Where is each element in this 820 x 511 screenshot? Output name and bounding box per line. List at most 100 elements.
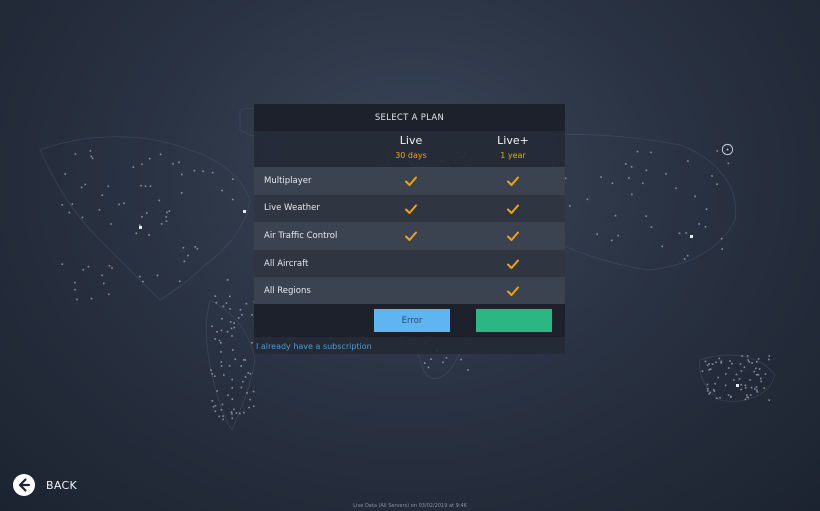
map-dot <box>211 171 214 174</box>
map-dot <box>211 325 213 328</box>
map-dot <box>61 204 63 206</box>
map-dot <box>240 365 242 367</box>
liveplus-plan-button[interactable] <box>476 309 552 332</box>
map-dot <box>107 185 110 188</box>
map-dot <box>101 274 103 277</box>
map-dot <box>212 406 215 408</box>
map-dot <box>221 317 223 320</box>
plan-liveplus-duration: 1 year <box>500 151 526 160</box>
map-dot <box>764 373 767 375</box>
map-dot <box>211 373 213 375</box>
map-dot <box>220 409 223 411</box>
map-dot <box>756 391 759 393</box>
map-dot <box>743 366 746 369</box>
map-dot <box>223 374 225 376</box>
map-dot <box>686 254 689 257</box>
map-dot <box>148 234 150 236</box>
map-dot <box>239 308 242 311</box>
map-dot <box>142 280 144 283</box>
map-dot <box>768 399 770 401</box>
map-dot <box>721 248 723 250</box>
map-dot <box>611 182 614 185</box>
feature-label: All Aircraft <box>264 258 309 269</box>
back-label: BACK <box>46 478 77 492</box>
map-dot <box>687 160 689 162</box>
map-dot <box>596 233 598 235</box>
map-dot <box>665 173 667 175</box>
map-dot <box>178 161 180 164</box>
dialog-title: SELECT A PLAN <box>254 104 565 131</box>
map-dot <box>110 223 112 225</box>
map-dot <box>221 403 224 406</box>
map-dot <box>755 386 758 388</box>
liveplus-check-icon <box>506 229 520 243</box>
live-check-icon <box>404 229 418 243</box>
map-dot <box>750 386 753 389</box>
button-bar: Error <box>254 304 565 337</box>
map-dot <box>243 359 245 361</box>
map-dot <box>215 301 218 304</box>
map-dot <box>720 362 722 364</box>
map-dot <box>90 297 93 300</box>
map-dot <box>214 338 216 340</box>
map-dot <box>220 351 222 353</box>
map-dot <box>158 199 161 202</box>
map-dot <box>220 365 223 367</box>
map-dot <box>214 410 217 413</box>
feature-row: Multiplayer <box>254 167 565 195</box>
map-dot <box>713 390 716 393</box>
map-dot <box>746 355 749 357</box>
map-dot <box>239 412 241 415</box>
feature-table: Multiplayer Live Weather Air Traffic Contr… <box>254 167 565 305</box>
feature-row: Air Traffic Control <box>254 222 565 250</box>
map-dot <box>211 400 214 402</box>
map-dot <box>226 279 229 281</box>
feature-label: All Regions <box>264 286 311 297</box>
map-dot <box>564 177 567 180</box>
feature-label: Air Traffic Control <box>264 230 338 241</box>
map-dot <box>141 163 143 166</box>
map-dot <box>712 389 715 391</box>
map-dot <box>233 326 236 329</box>
feature-row: All Regions <box>254 277 565 305</box>
back-button[interactable]: BACK <box>13 474 77 496</box>
map-dot <box>214 375 216 377</box>
map-dot <box>705 208 708 210</box>
map-dot <box>74 281 76 284</box>
map-dot <box>243 411 245 414</box>
map-dot <box>76 298 78 301</box>
map-dot <box>725 373 727 375</box>
map-dot <box>159 153 162 156</box>
map-dot <box>81 216 84 219</box>
map-dot <box>222 305 225 308</box>
map-dot <box>160 223 163 225</box>
map-dot <box>715 361 717 364</box>
map-dot <box>245 302 248 305</box>
map-dot <box>730 396 732 398</box>
live-plan-button[interactable]: Error <box>374 309 450 332</box>
map-dot <box>87 265 90 268</box>
map-dot <box>98 209 101 211</box>
map-dot <box>140 184 142 187</box>
map-dot <box>218 415 221 418</box>
map-dot <box>427 366 430 369</box>
map-dot <box>685 232 688 234</box>
existing-subscription-link[interactable]: I already have a subscription <box>256 342 372 351</box>
map-dot <box>758 368 761 370</box>
map-dot <box>229 295 231 298</box>
map-dot <box>729 360 731 362</box>
map-dot <box>636 150 639 153</box>
map-dot <box>747 396 749 399</box>
map-dot <box>642 182 644 185</box>
map-dot <box>232 178 234 180</box>
map-dot <box>214 404 217 407</box>
map-dot <box>111 267 113 269</box>
map-dot <box>698 223 700 225</box>
map-dot <box>230 411 233 413</box>
map-dot <box>716 183 718 185</box>
map-dot <box>231 417 234 420</box>
map-dot <box>760 380 762 383</box>
map-dot <box>746 394 748 396</box>
feature-label: Live Weather <box>264 203 320 214</box>
feature-row: All Aircraft <box>254 249 565 278</box>
